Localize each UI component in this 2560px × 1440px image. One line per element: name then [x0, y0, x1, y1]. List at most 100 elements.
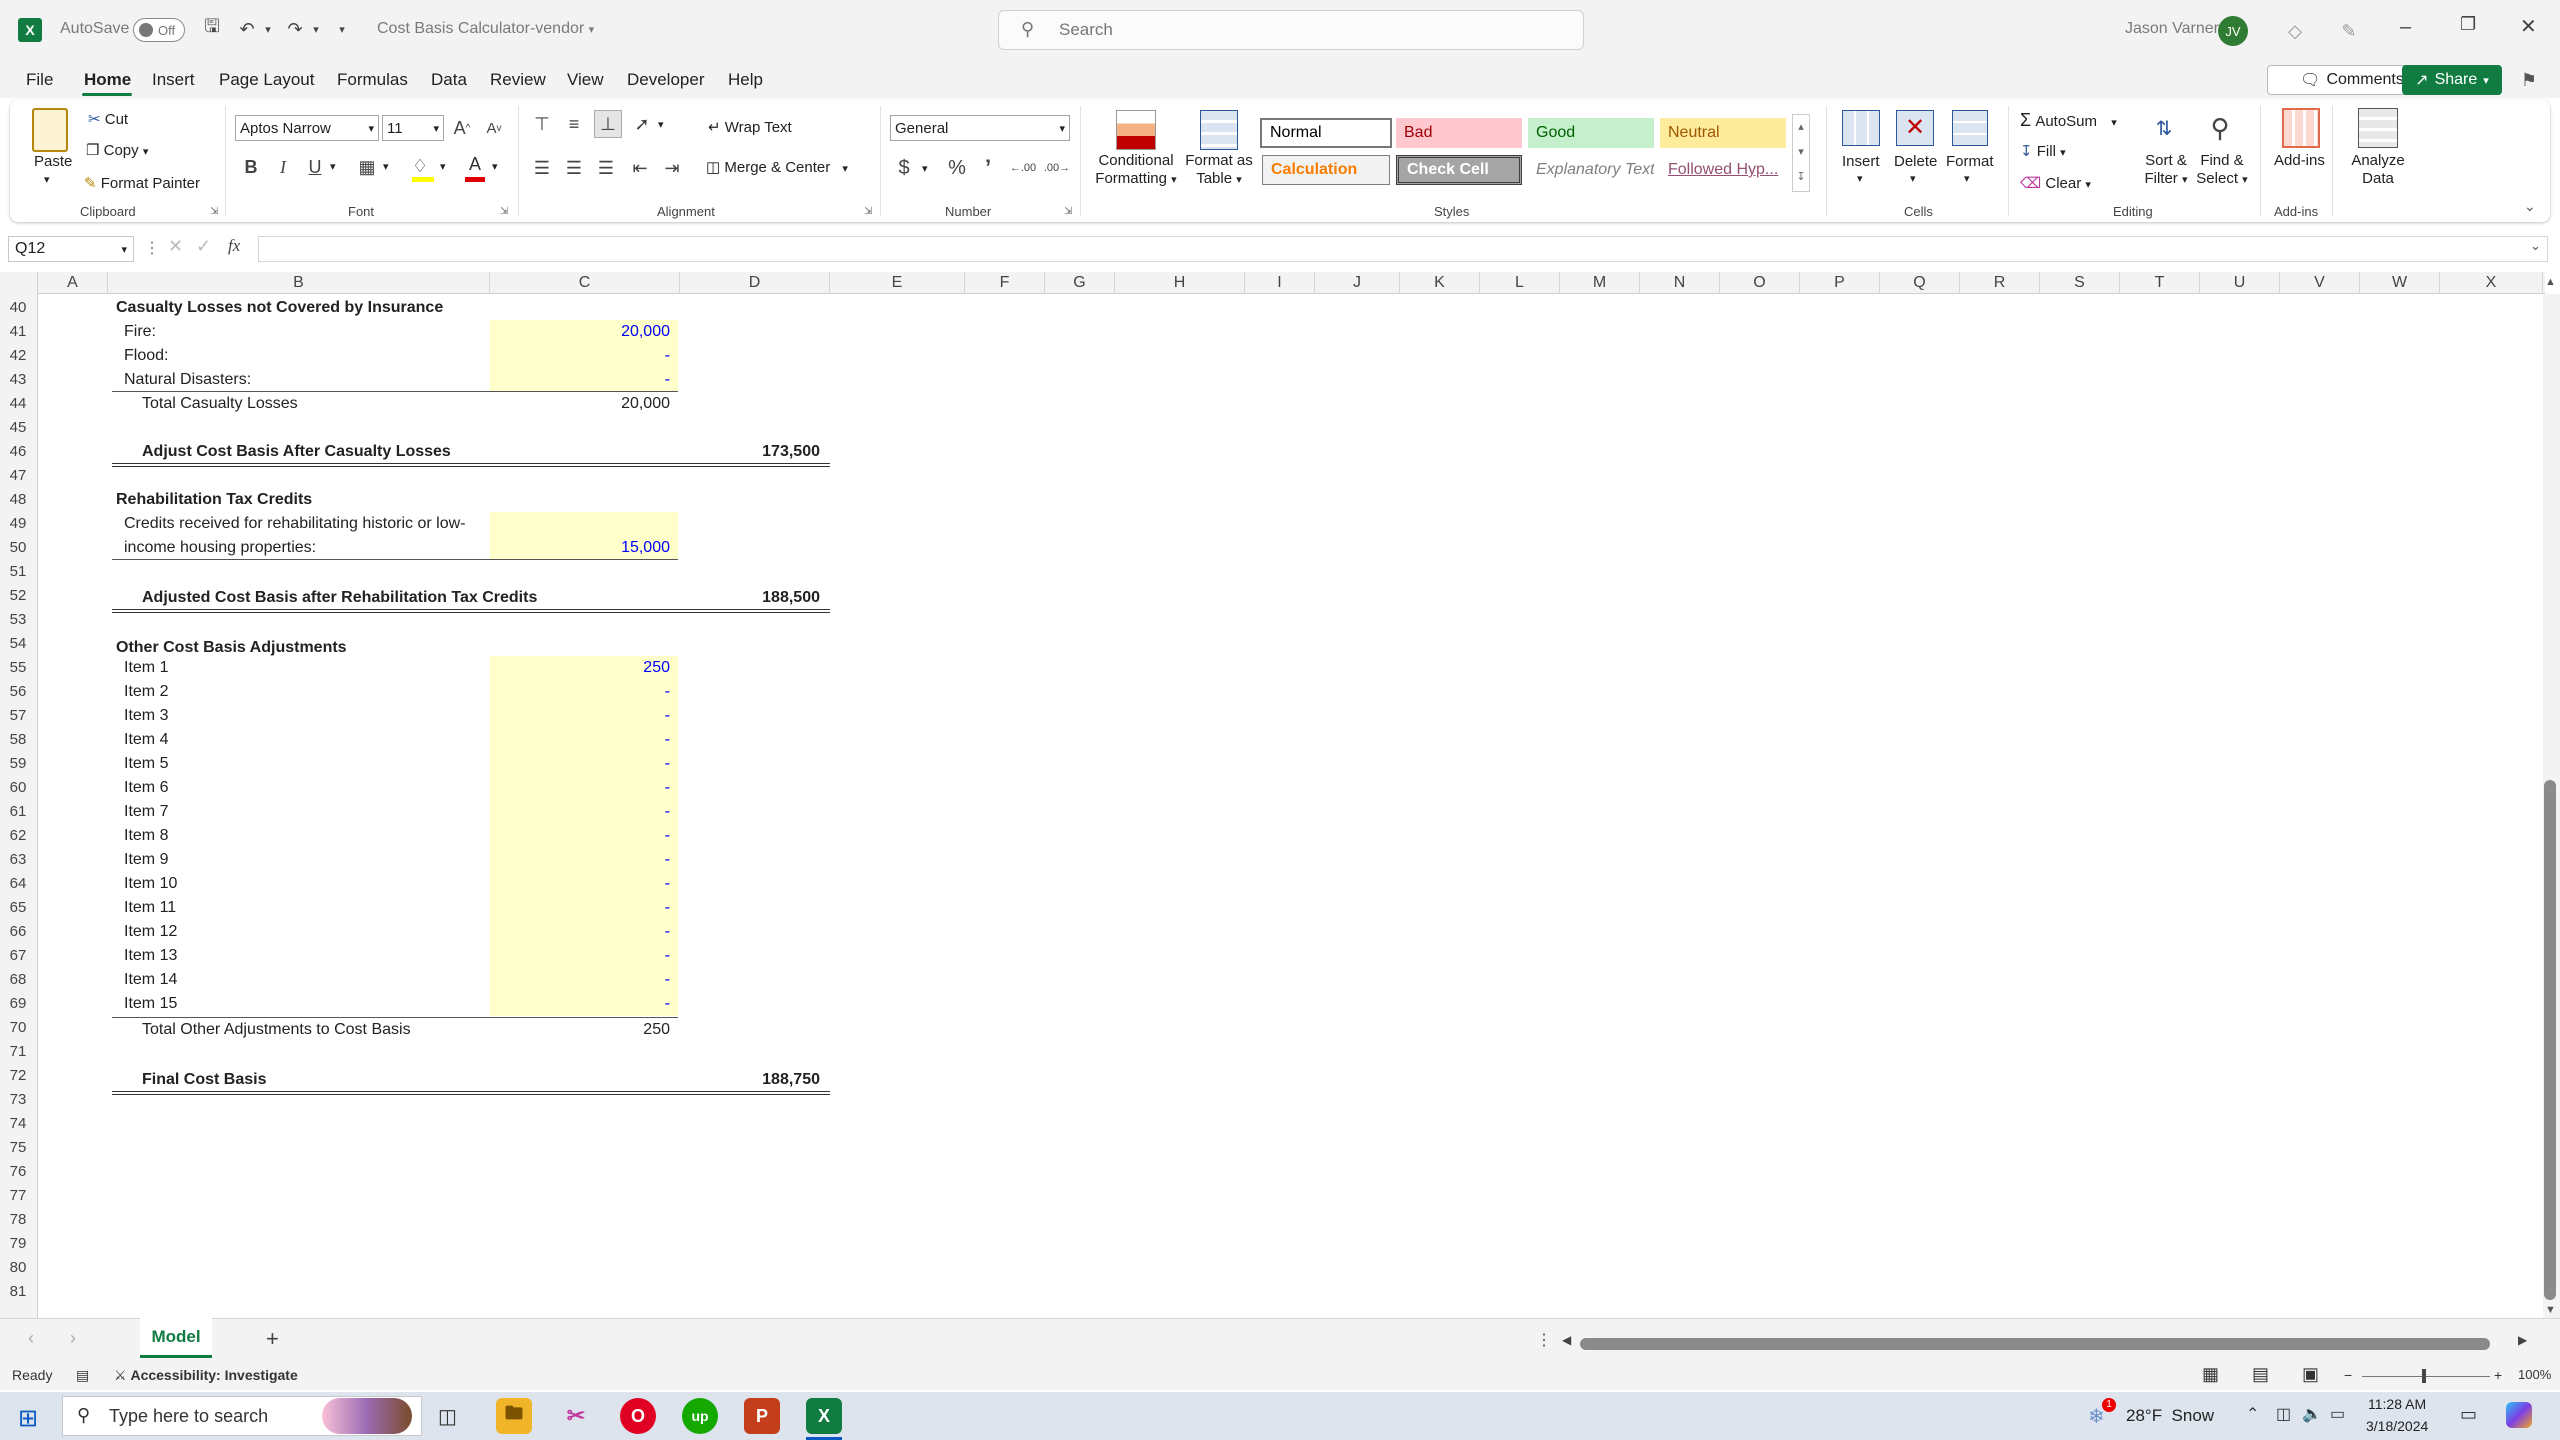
zoom-out-icon[interactable]: −	[2344, 1367, 2352, 1383]
row-header-55[interactable]: 55	[0, 656, 36, 680]
search-box[interactable]: ⚲ Search	[998, 10, 1584, 50]
fill-color-icon[interactable]: ♢	[412, 156, 438, 182]
zoom-in-icon[interactable]: +	[2494, 1367, 2502, 1383]
scroll-down-icon[interactable]: ▼	[2545, 1304, 2556, 1316]
format-as-table-icon[interactable]	[1200, 110, 1238, 150]
item-value[interactable]: -	[490, 800, 670, 824]
decrease-decimal-icon[interactable]: .00→	[1042, 156, 1072, 180]
name-box[interactable]: Q12 ▾	[8, 236, 134, 262]
item-value[interactable]: -	[490, 872, 670, 896]
rehab-value[interactable]: 15,000	[490, 536, 670, 560]
decrease-font-icon[interactable]: Av	[482, 115, 506, 141]
save-icon[interactable]: 🖫	[200, 16, 224, 42]
number-format-select[interactable]: General ▾	[890, 115, 1070, 141]
clipboard-launcher-icon[interactable]: ⇲	[210, 206, 218, 217]
add-sheet-button[interactable]: +	[266, 1326, 279, 1352]
column-header-d[interactable]: D	[680, 272, 830, 294]
rehab-header[interactable]: Rehabilitation Tax Credits	[116, 488, 312, 512]
accessibility-status[interactable]: ⚔ Accessibility: Investigate	[114, 1367, 298, 1384]
column-header-a[interactable]: A	[38, 272, 108, 294]
style-bad[interactable]: Bad	[1396, 118, 1522, 148]
row-header-52[interactable]: 52	[0, 584, 36, 608]
currency-icon[interactable]: $	[892, 154, 916, 182]
menu-formulas[interactable]: Formulas	[337, 70, 408, 90]
item-label[interactable]: Item 7	[124, 800, 168, 824]
item-value[interactable]: 250	[490, 656, 670, 680]
row-header-64[interactable]: 64	[0, 872, 36, 896]
ribbon-pin-icon[interactable]: ⚑	[2514, 66, 2544, 94]
volume-icon[interactable]: 🔈	[2302, 1404, 2322, 1424]
align-center-icon[interactable]: ☰	[562, 156, 586, 180]
row-header-47[interactable]: 47	[0, 464, 36, 488]
enter-icon[interactable]: ✓	[196, 236, 211, 257]
insert-button[interactable]: Insert	[1842, 153, 1880, 170]
row-header-63[interactable]: 63	[0, 848, 36, 872]
row-header-57[interactable]: 57	[0, 704, 36, 728]
font-color-icon[interactable]: A	[463, 154, 487, 182]
redo-icon[interactable]: ↷	[282, 16, 308, 42]
undo-icon[interactable]: ↶	[234, 16, 260, 42]
increase-indent-icon[interactable]: ⇥	[660, 156, 684, 180]
paste-icon[interactable]	[32, 108, 68, 152]
powerpoint-icon[interactable]: P	[744, 1398, 780, 1434]
increase-decimal-icon[interactable]: ←.00	[1008, 156, 1038, 180]
row-header-66[interactable]: 66	[0, 920, 36, 944]
item-value[interactable]: -	[490, 968, 670, 992]
item-label[interactable]: Item 11	[124, 896, 176, 920]
comma-style-icon[interactable]: ’	[976, 154, 1000, 182]
share-button[interactable]: ↗ Share ▾	[2402, 65, 2502, 95]
clock-time[interactable]: 11:28 AM	[2368, 1396, 2426, 1412]
align-middle-icon[interactable]: ≡	[562, 112, 586, 136]
menu-home[interactable]: Home	[84, 70, 131, 90]
delete-button[interactable]: Delete	[1894, 153, 1937, 170]
column-header-p[interactable]: P	[1800, 272, 1880, 294]
align-bottom-icon[interactable]: ⊥	[594, 110, 622, 138]
percent-icon[interactable]: %	[944, 154, 970, 182]
file-explorer-icon[interactable]: 🖿	[496, 1398, 532, 1434]
adjusted-after-casualty-value[interactable]: 173,500	[680, 440, 820, 464]
prev-sheet-icon[interactable]: ‹	[28, 1328, 34, 1349]
page-break-view-icon[interactable]: ▣	[2302, 1364, 2319, 1385]
notifications-icon[interactable]: ▭	[2460, 1404, 2477, 1425]
row-header-81[interactable]: 81	[0, 1280, 36, 1304]
conditional-formatting-icon[interactable]	[1116, 110, 1156, 150]
column-header-e[interactable]: E	[830, 272, 965, 294]
row-header-40[interactable]: 40	[0, 296, 36, 320]
menu-developer[interactable]: Developer	[627, 70, 705, 90]
item-value[interactable]: -	[490, 752, 670, 776]
column-header-x[interactable]: X	[2440, 272, 2543, 294]
row-header-77[interactable]: 77	[0, 1184, 36, 1208]
column-header-v[interactable]: V	[2280, 272, 2360, 294]
sort-filter-button[interactable]: Sort & Filter ▾	[2142, 152, 2190, 189]
column-header-b[interactable]: B	[108, 272, 490, 294]
orientation-dropdown-icon[interactable]: ▾	[658, 118, 664, 131]
font-name-select[interactable]: Aptos Narrow ▾	[235, 115, 379, 141]
delete-cells-icon[interactable]: ✕	[1896, 110, 1934, 146]
row-header-80[interactable]: 80	[0, 1256, 36, 1280]
item-value[interactable]: -	[490, 776, 670, 800]
insert-dropdown-icon[interactable]: ▾	[1857, 172, 1863, 185]
format-dropdown-icon[interactable]: ▾	[1964, 172, 1970, 185]
menu-review[interactable]: Review	[490, 70, 546, 90]
row-header-50[interactable]: 50	[0, 536, 36, 560]
fill-color-dropdown-icon[interactable]: ▾	[440, 160, 446, 173]
row-header-62[interactable]: 62	[0, 824, 36, 848]
row-header-54[interactable]: 54	[0, 632, 36, 656]
row-header-43[interactable]: 43	[0, 368, 36, 392]
paste-button[interactable]: Paste	[34, 153, 72, 170]
column-header-h[interactable]: H	[1115, 272, 1245, 294]
italic-icon[interactable]: I	[272, 155, 294, 179]
bold-icon[interactable]: B	[240, 155, 262, 179]
snipping-tool-icon[interactable]: ✂	[558, 1398, 594, 1434]
adjusted-after-rehab-label[interactable]: Adjusted Cost Basis after Rehabilitation…	[142, 586, 537, 610]
row-header-60[interactable]: 60	[0, 776, 36, 800]
item-label[interactable]: Item 3	[124, 704, 168, 728]
format-as-table-button[interactable]: Format as Table ▾	[1180, 152, 1258, 189]
column-header-g[interactable]: G	[1045, 272, 1115, 294]
undo-dropdown-icon[interactable]: ▾	[260, 18, 276, 40]
row-header-76[interactable]: 76	[0, 1160, 36, 1184]
task-view-icon[interactable]: ◫	[438, 1404, 457, 1429]
scroll-left-icon[interactable]: ◀	[1562, 1333, 1571, 1347]
item-value[interactable]: -	[490, 896, 670, 920]
row-header-51[interactable]: 51	[0, 560, 36, 584]
